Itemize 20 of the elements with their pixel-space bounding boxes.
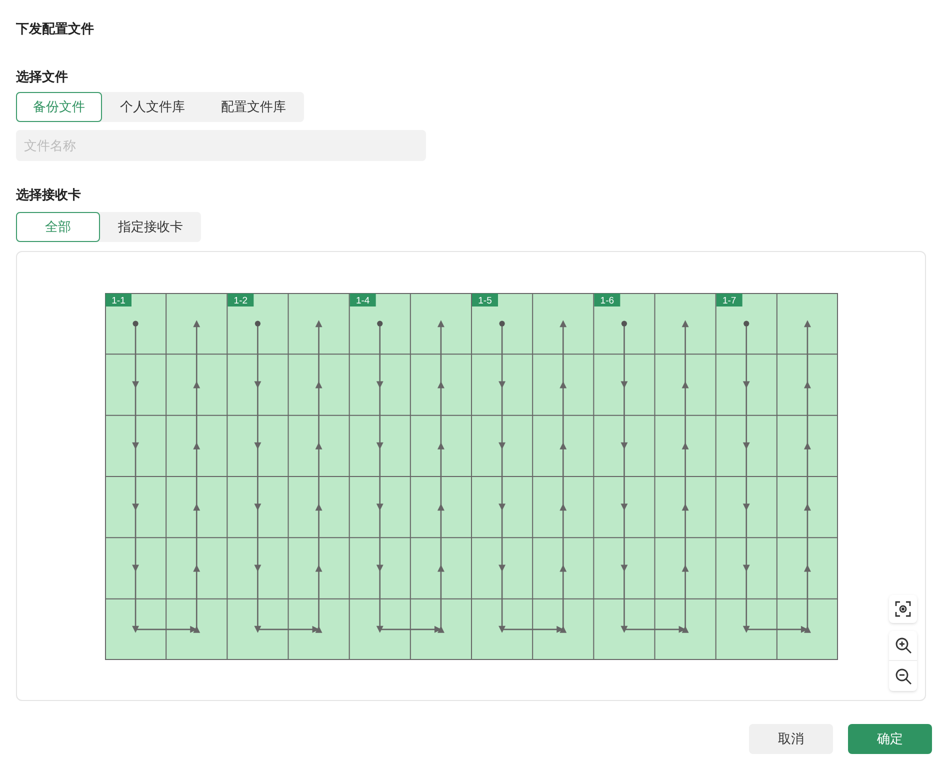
confirm-button[interactable]: 确定	[848, 724, 932, 754]
dialog-title: 下发配置文件	[16, 20, 95, 38]
segment-tab[interactable]: 备份文件	[16, 92, 102, 122]
section-label: 选择文件	[16, 68, 69, 86]
card-tag: 1-6	[594, 294, 620, 306]
section-label: 选择接收卡	[16, 186, 82, 204]
card-tag: 1-2	[228, 294, 254, 306]
card-tag: 1-1	[106, 294, 132, 306]
segment-tab[interactable]: 全部	[16, 212, 100, 242]
card-tag: 1-5	[472, 294, 498, 306]
zoom-out-icon	[894, 668, 912, 684]
cancel-button[interactable]: 取消	[749, 724, 833, 754]
segment-tab[interactable]: 配置文件库	[203, 92, 304, 122]
locate-button[interactable]	[889, 595, 917, 623]
segment-tab[interactable]: 个人文件库	[102, 92, 203, 122]
target-icon	[895, 601, 911, 617]
zoom-in-icon	[894, 637, 912, 654]
card-tag: 1-7	[716, 294, 742, 306]
card-tag: 1-4	[350, 294, 376, 306]
segment-tab[interactable]: 指定接收卡	[100, 212, 201, 242]
